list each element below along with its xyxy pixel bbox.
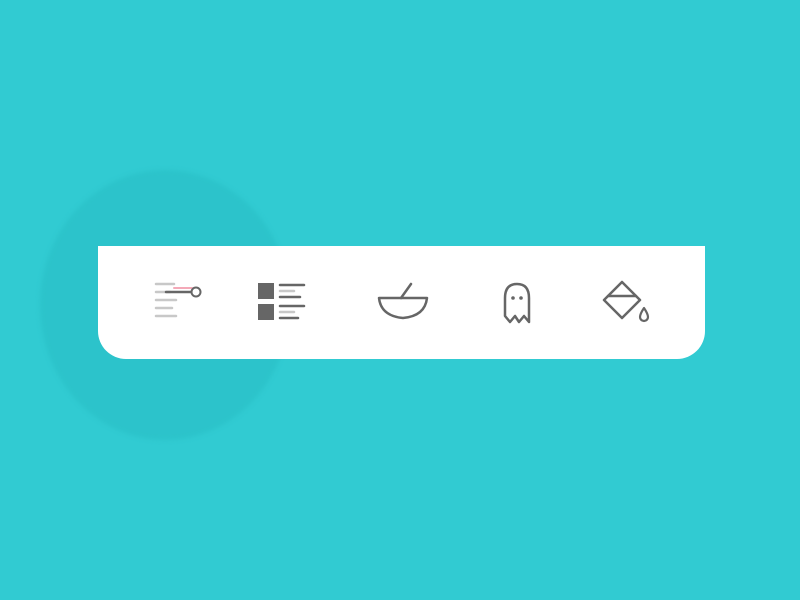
tab-settings[interactable] [126, 246, 226, 359]
list-view-icon [258, 282, 306, 320]
bottom-tab-bar [98, 246, 705, 359]
settings-slider-icon [154, 282, 202, 317]
ghost-icon [503, 282, 531, 323]
app-screen [0, 0, 800, 600]
tab-list[interactable] [232, 246, 332, 359]
tab-ghost[interactable] [467, 246, 567, 359]
tab-paint-bucket[interactable] [576, 246, 676, 359]
tab-mortar[interactable] [353, 246, 453, 359]
mortar-pestle-icon [377, 282, 429, 319]
paint-bucket-icon [602, 280, 650, 322]
